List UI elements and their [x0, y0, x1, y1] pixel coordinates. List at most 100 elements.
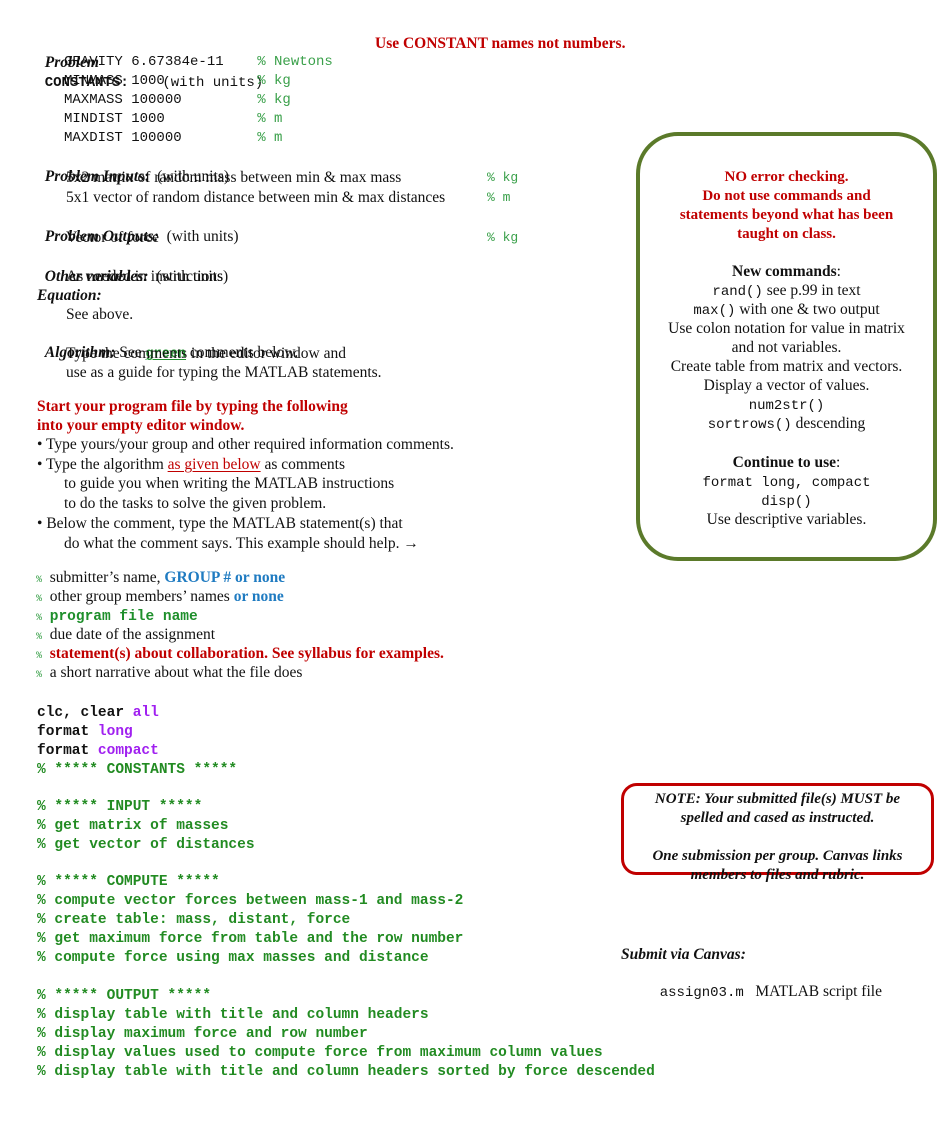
rules-warning-line: Do not use commands and — [702, 188, 871, 204]
input-item-2-unit: % m — [487, 190, 511, 205]
comment-text: submitter’s name, — [49, 569, 165, 586]
output-item-1-unit: % kg — [487, 230, 519, 245]
header-comments: % submitter’s name, GROUP # or none% oth… — [36, 568, 444, 682]
algorithm-line-2: use as a guide for typing the MATLAB sta… — [66, 364, 382, 381]
outputs-units-note: (with units) — [166, 228, 239, 245]
equation-text: See above. — [66, 306, 134, 323]
code-input-block: % ***** INPUT ***** % get matrix of masse… — [37, 798, 255, 855]
code-output-block: % ***** OUTPUT ***** % display table with… — [37, 987, 655, 1082]
code-argument: long — [97, 724, 133, 740]
note-line-3: One submission per group. Canvas links — [652, 848, 903, 864]
rules-item-text: and not variables. — [731, 339, 842, 356]
comment-percent-icon: % — [36, 613, 43, 624]
rules-warning-line: taught on class. — [737, 226, 836, 242]
code-line: format long — [37, 723, 159, 742]
rules-item: disp() — [640, 491, 933, 510]
header-comment-line: % statement(s) about collaboration. See … — [36, 644, 444, 663]
rules-command: num2str() — [748, 398, 825, 414]
constant-row: GRAVITY 6.67384e-11 % Newtons — [64, 53, 333, 72]
continue-heading: Continue to use: — [732, 454, 841, 471]
bullet-2-line-2: to guide you when writing the MATLAB ins… — [64, 475, 395, 492]
rules-item: sortrows() descending — [640, 414, 933, 433]
constant-name: MAXDIST — [64, 130, 123, 146]
rules-item: Display a vector of values. — [640, 376, 933, 395]
comment-text: a short narrative about what the file do… — [49, 664, 303, 681]
constant-unit: % m — [248, 130, 283, 146]
code-comment-line: % display table with title and column he… — [37, 1064, 655, 1080]
note-line-4: members to files and rubric. — [690, 867, 865, 883]
algorithm-heading: Algorithm: See green comments below. — [44, 344, 299, 362]
code-comment-line: % create table: mass, distant, force — [37, 912, 351, 928]
rules-item-text: with one & two output — [735, 301, 880, 318]
rules-command: max() — [693, 303, 736, 319]
comment-percent-icon: % — [36, 670, 43, 681]
rules-item-text: Display a vector of values. — [703, 377, 870, 394]
constant-name: MAXMASS — [64, 92, 123, 108]
constant-unit: % Newtons — [248, 54, 333, 70]
code-setup: clc, clear all format long format compact — [37, 704, 159, 761]
rules-box-content: NO error checking. Do not use commands an… — [640, 168, 933, 529]
rules-item-text: see p.99 in text — [762, 282, 861, 299]
header-comment-line: % a short narrative about what the file … — [36, 663, 444, 682]
rules-item: max() with one & two output — [640, 300, 933, 319]
rules-command: sortrows() — [707, 417, 792, 433]
as-given-below-link[interactable]: as given below — [168, 456, 261, 473]
rules-command: disp() — [761, 494, 812, 510]
code-keyword: format — [37, 724, 98, 740]
constant-unit: % kg — [248, 92, 291, 108]
code-comment-line: % ***** COMPUTE ***** — [37, 874, 220, 890]
constant-value: 100000 — [122, 130, 182, 146]
rules-item: num2str() — [640, 395, 933, 414]
other-vars-heading: Other variables: (with units) — [37, 248, 228, 285]
rules-item-text: Use descriptive variables. — [706, 511, 867, 528]
comment-accent: GROUP # or none — [164, 569, 286, 586]
code-comment-line: % get matrix of masses — [37, 818, 229, 834]
output-item-1: Vector of force — [66, 229, 159, 246]
constant-name: MINMASS — [64, 73, 123, 89]
start-heading-line-1: Start your program file by typing the fo… — [37, 398, 348, 415]
constant-row: MAXMASS 100000 % kg — [64, 91, 333, 110]
code-line: format compact — [37, 742, 159, 761]
bullet-2-line-3: to do the tasks to solve the given probl… — [64, 495, 327, 512]
submit-label: Submit via Canvas: — [621, 946, 746, 963]
note-line-2: spelled and cased as instructed. — [680, 810, 875, 826]
comment-percent-icon: % — [36, 632, 43, 643]
comment-percent-icon: % — [36, 594, 43, 605]
code-comment-line: % display table with title and column he… — [37, 1007, 429, 1023]
code-comment-line: % get vector of distances — [37, 837, 255, 853]
constant-row: MAXDIST 100000 % m — [64, 129, 333, 148]
start-heading-line-2: into your empty editor window. — [37, 417, 245, 434]
rules-item: Use colon notation for value in matrix — [640, 319, 933, 338]
bullet-2: • Type the algorithm as given below as c… — [37, 456, 345, 473]
constants-comment: % ***** CONSTANTS ***** — [37, 762, 238, 778]
rules-command: rand() — [712, 284, 763, 300]
note-box-content: NOTE: Your submitted file(s) MUST be spe… — [624, 790, 931, 885]
submit-file-row: assign03.m MATLAB script file — [652, 963, 882, 1001]
code-comment-line: % get maximum force from table and the r… — [37, 931, 464, 947]
constant-value: 1000 — [122, 111, 165, 127]
outputs-heading: Problem Outputs: (with units) — [37, 208, 239, 245]
rules-item-text: Create table from matrix and vectors. — [670, 358, 903, 375]
rules-item: rand() see p.99 in text — [640, 281, 933, 300]
input-item-1: 5x2 matrix of random mass between min & … — [66, 169, 402, 186]
header-comment-line: % due date of the assignment — [36, 625, 444, 644]
code-comment-line: % display values used to compute force f… — [37, 1045, 603, 1061]
equation-label: Equation: — [37, 287, 102, 304]
rules-warning: NO error checking. Do not use commands an… — [640, 168, 933, 244]
input-item-1-unit: % kg — [487, 170, 519, 185]
constant-value: 1000 — [122, 73, 165, 89]
code-comment-line: % compute vector forces between mass-1 a… — [37, 893, 464, 909]
algorithm-line-1: Type the comments in the editor window a… — [66, 345, 347, 362]
rules-warning-line: statements beyond what has been — [679, 207, 894, 223]
header-comment-line: % submitter’s name, GROUP # or none — [36, 568, 444, 587]
constants-list: GRAVITY 6.67384e-11 % Newtons MINMASS 100… — [64, 53, 333, 148]
rules-item-text: Use colon notation for value in matrix — [668, 320, 905, 337]
bullet-1: • Type yours/your group and other requir… — [37, 436, 454, 453]
rules-item-text: descending — [791, 415, 866, 432]
constant-name: GRAVITY — [64, 54, 123, 70]
comment-accent: statement(s) about collaboration. See sy… — [49, 645, 444, 662]
constants-warning: Use CONSTANT names not numbers. — [375, 35, 626, 52]
bullet-3: • Below the comment, type the MATLAB sta… — [37, 515, 403, 532]
submit-file-desc: MATLAB script file — [755, 983, 882, 1000]
constants-heading: Problem CONSTANTS: (with units) — [37, 34, 263, 91]
